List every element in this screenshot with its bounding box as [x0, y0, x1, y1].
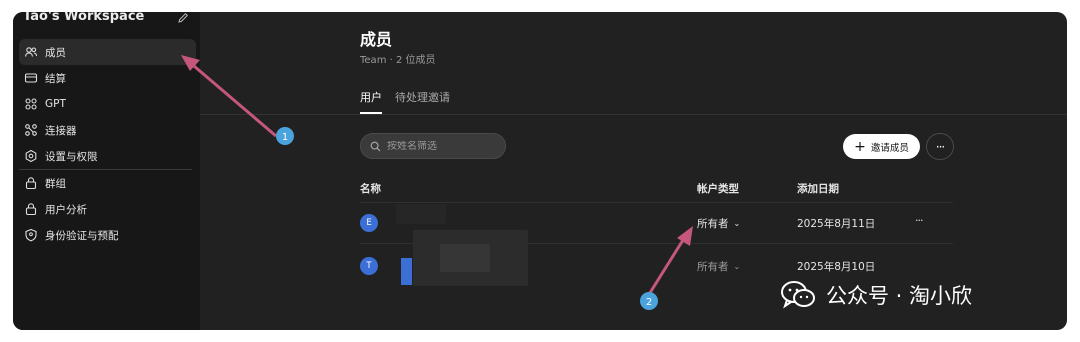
date-added: 2025年8月11日 [797, 218, 876, 230]
watermark: 公众号 · 淘小欣 [780, 280, 972, 310]
avatar: E [360, 214, 378, 232]
page-subtitle: Team · 2 位成员 [360, 55, 436, 66]
shield-icon [24, 228, 38, 242]
card-icon [24, 71, 38, 85]
search-input[interactable] [387, 140, 497, 152]
role-label: 所有者 [697, 261, 729, 273]
gear-icon [24, 149, 38, 163]
sidebar-item-members[interactable]: 成员 [19, 39, 196, 65]
sidebar-item-billing[interactable]: 结算 [19, 65, 196, 91]
column-header-date-added: 添加日期 [797, 183, 839, 195]
more-options-button[interactable]: ··· [926, 133, 954, 160]
tab-pending-invites[interactable]: 待处理邀请 [395, 89, 450, 105]
workspace-title: Tao's Workspace [23, 12, 145, 24]
invite-button-label: 邀请成员 [870, 142, 909, 154]
column-header-account-type: 帐户类型 [697, 183, 739, 195]
redacted-email [440, 244, 490, 272]
sidebar-item-gpt[interactable]: GPT [19, 91, 196, 117]
chevron-down-icon: ⌄ [733, 262, 741, 271]
sidebar-item-label: 用户分析 [45, 203, 87, 216]
search-icon [370, 141, 381, 152]
lock-icon [24, 176, 38, 190]
sidebar-item-label: 群组 [45, 177, 66, 190]
sidebar-item-label: 结算 [45, 72, 66, 85]
connector-icon [24, 123, 38, 137]
sidebar-item-groups[interactable]: 群组 [19, 170, 196, 196]
sidebar-item-label: 成员 [45, 46, 66, 59]
invite-member-button[interactable]: + 邀请成员 [843, 134, 920, 159]
date-added: 2025年8月10日 [797, 261, 876, 273]
edit-icon[interactable] [176, 12, 190, 24]
sidebar-item-label: GPT [45, 98, 66, 110]
header-divider [360, 202, 953, 203]
chevron-down-icon: ⌄ [733, 219, 741, 228]
watermark-text: 公众号 · 淘小欣 [826, 284, 973, 308]
sidebar-item-analytics[interactable]: 用户分析 [19, 196, 196, 222]
role-dropdown[interactable]: 所有者 ⌄ [697, 216, 740, 231]
sidebar-item-connectors[interactable]: 连接器 [19, 117, 196, 143]
role-dropdown[interactable]: 所有者 ⌄ [697, 259, 740, 274]
grid-icon [24, 97, 38, 111]
users-icon [24, 45, 38, 59]
role-label: 所有者 [697, 218, 729, 230]
tab-divider [200, 114, 1067, 115]
redacted-marker [401, 258, 412, 285]
redacted-name [396, 204, 446, 224]
wechat-icon [781, 281, 815, 309]
column-header-name: 名称 [360, 183, 381, 195]
sidebar-item-settings[interactable]: 设置与权限 [19, 143, 196, 169]
search-field[interactable] [360, 133, 506, 159]
sidebar-item-auth[interactable]: 身份验证与预配 [19, 222, 196, 248]
sidebar-item-label: 身份验证与预配 [45, 229, 119, 242]
page-title: 成员 [360, 30, 393, 49]
avatar: T [360, 257, 378, 275]
sidebar: Tao's Workspace 成员 结算 GPT 连接器 设置与权限 群组 用… [13, 12, 200, 330]
tab-users[interactable]: 用户 [360, 89, 382, 105]
plus-icon: + [854, 138, 866, 155]
sidebar-item-label: 设置与权限 [45, 150, 98, 163]
row-more-button[interactable]: ··· [915, 214, 923, 227]
lock-icon [24, 202, 38, 216]
sidebar-item-label: 连接器 [45, 124, 77, 137]
